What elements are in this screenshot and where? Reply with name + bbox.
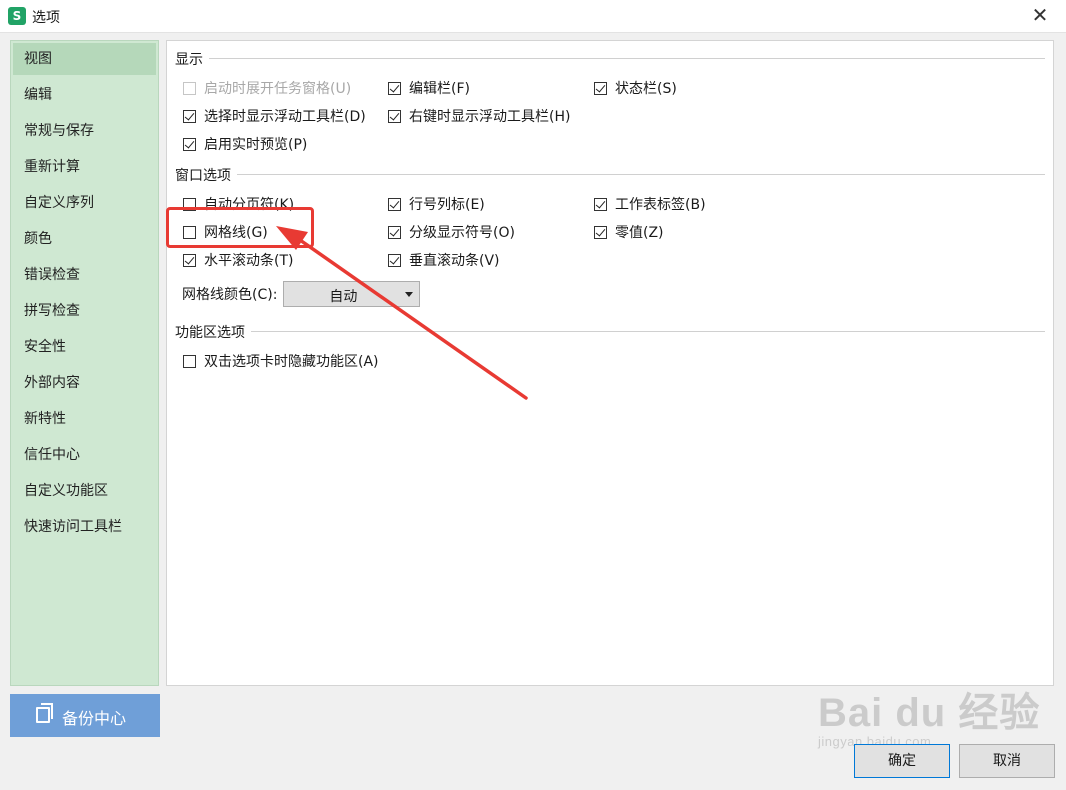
checkbox-hide-ribbon-double-click[interactable]: 双击选项卡时隐藏功能区(A) bbox=[183, 351, 379, 371]
checkbox-box bbox=[183, 354, 196, 368]
annotation-highlight-box bbox=[166, 207, 314, 248]
sidebar-item-general-save[interactable]: 常规与保存 bbox=[11, 113, 158, 149]
app-icon: S bbox=[8, 7, 26, 25]
gridline-color-row: 网格线颜色(C): 自动 bbox=[182, 281, 421, 307]
checkbox-box bbox=[388, 81, 401, 95]
ok-button[interactable]: 确定 bbox=[854, 744, 950, 778]
chevron-down-icon bbox=[405, 292, 414, 297]
cancel-button[interactable]: 取消 bbox=[959, 744, 1055, 778]
sidebar-item-new-features[interactable]: 新特性 bbox=[11, 401, 158, 437]
sidebar-item-view[interactable]: 视图 bbox=[13, 43, 156, 75]
backup-center-label: 备份中心 bbox=[62, 709, 127, 728]
watermark-main: Bai du 经验 bbox=[818, 691, 1041, 735]
checkbox-horizontal-scrollbar[interactable]: 水平滚动条(T) bbox=[183, 250, 293, 270]
checkbox-box bbox=[388, 109, 401, 123]
section-divider bbox=[251, 331, 1045, 332]
checkbox-sheet-tabs[interactable]: 工作表标签(B) bbox=[594, 194, 706, 214]
sidebar-item-trust-center[interactable]: 信任中心 bbox=[11, 437, 158, 473]
section-title-ribbon-options: 功能区选项 bbox=[175, 325, 245, 341]
sidebar-item-external-content[interactable]: 外部内容 bbox=[11, 365, 158, 401]
checkbox-box bbox=[183, 81, 196, 95]
checkbox-box bbox=[594, 225, 607, 239]
sidebar-item-custom-ribbon[interactable]: 自定义功能区 bbox=[11, 473, 158, 509]
checkbox-box bbox=[183, 109, 196, 123]
close-icon[interactable]: ✕ bbox=[1028, 4, 1052, 28]
title-bar: S 选项 ✕ bbox=[0, 0, 1066, 33]
sidebar-item-custom-lists[interactable]: 自定义序列 bbox=[11, 185, 158, 221]
checkbox-row-col-headers[interactable]: 行号列标(E) bbox=[388, 194, 485, 214]
options-sidebar: 视图 编辑 常规与保存 重新计算 自定义序列 颜色 错误检查 拼写检查 安全性 … bbox=[10, 40, 159, 686]
checkbox-box bbox=[594, 81, 607, 95]
section-title-display: 显示 bbox=[175, 52, 203, 68]
sidebar-item-recalculate[interactable]: 重新计算 bbox=[11, 149, 158, 185]
checkbox-floating-toolbar-right-click[interactable]: 右键时显示浮动工具栏(H) bbox=[388, 106, 570, 126]
checkbox-box bbox=[388, 197, 401, 211]
sidebar-item-security[interactable]: 安全性 bbox=[11, 329, 158, 365]
section-divider bbox=[209, 58, 1045, 59]
checkbox-expand-task-pane[interactable]: 启动时展开任务窗格(U) bbox=[183, 78, 351, 98]
sidebar-item-error-check[interactable]: 错误检查 bbox=[11, 257, 158, 293]
checkbox-floating-toolbar-select[interactable]: 选择时显示浮动工具栏(D) bbox=[183, 106, 366, 126]
sidebar-item-edit[interactable]: 编辑 bbox=[11, 77, 158, 113]
gridline-color-value: 自动 bbox=[329, 289, 358, 305]
section-divider bbox=[237, 174, 1045, 175]
sidebar-item-quick-access[interactable]: 快速访问工具栏 bbox=[11, 509, 158, 545]
checkbox-vertical-scrollbar[interactable]: 垂直滚动条(V) bbox=[388, 250, 500, 270]
checkbox-outline-symbols[interactable]: 分级显示符号(O) bbox=[388, 222, 515, 242]
sidebar-item-color[interactable]: 颜色 bbox=[11, 221, 158, 257]
checkbox-formula-bar[interactable]: 编辑栏(F) bbox=[388, 78, 470, 98]
checkbox-box bbox=[183, 137, 196, 151]
window-title: 选项 bbox=[32, 10, 60, 26]
checkbox-box bbox=[388, 225, 401, 239]
sidebar-item-spell-check[interactable]: 拼写检查 bbox=[11, 293, 158, 329]
checkbox-zero-values[interactable]: 零值(Z) bbox=[594, 222, 664, 242]
section-title-window-options: 窗口选项 bbox=[175, 168, 231, 184]
checkbox-status-bar[interactable]: 状态栏(S) bbox=[594, 78, 677, 98]
checkbox-box bbox=[594, 197, 607, 211]
checkbox-box bbox=[183, 253, 196, 267]
baidu-watermark: Bai du 经验 jingyan.baidu.com bbox=[818, 680, 1040, 749]
checkbox-box bbox=[388, 253, 401, 267]
view-options-panel: 显示 启动时展开任务窗格(U) 编辑栏(F) 状态栏(S) 选择时显示浮动工具栏… bbox=[166, 40, 1054, 686]
backup-icon bbox=[36, 703, 53, 723]
gridline-color-label: 网格线颜色(C): bbox=[182, 287, 278, 303]
gridline-color-select[interactable]: 自动 bbox=[283, 281, 421, 307]
checkbox-live-preview[interactable]: 启用实时预览(P) bbox=[183, 134, 307, 154]
backup-center-button[interactable]: 备份中心 bbox=[10, 694, 160, 737]
